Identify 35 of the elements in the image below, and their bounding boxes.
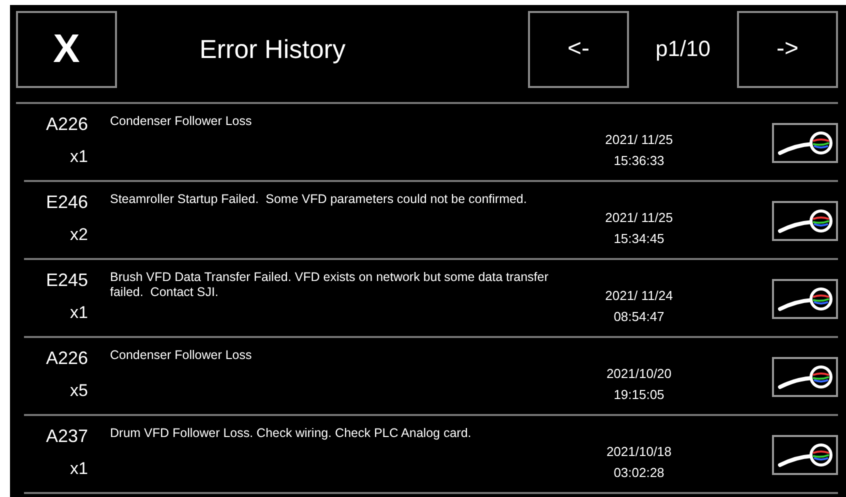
error-message: Condenser Follower Loss bbox=[110, 113, 253, 130]
occurrence-count: x1 bbox=[70, 147, 88, 167]
error-code: A226 bbox=[46, 114, 88, 135]
details-button[interactable] bbox=[772, 201, 838, 241]
error-message: Brush VFD Data Transfer Failed. VFD exists on network but some data transfer failed. Contact SJI. bbox=[110, 269, 550, 301]
error-date: 2021/10/20 bbox=[606, 366, 672, 381]
occurrence-count: x2 bbox=[70, 225, 88, 245]
error-time: 15:36:33 bbox=[614, 153, 664, 168]
error-date: 2021/10/18 bbox=[606, 444, 672, 459]
occurrence-count: x5 bbox=[70, 381, 88, 401]
error-date: 2021/ 11/25 bbox=[605, 132, 673, 147]
next-page-button[interactable]: -> bbox=[737, 10, 838, 88]
screen-title: Error History bbox=[198, 34, 346, 64]
error-time: 08:54:47 bbox=[614, 309, 664, 324]
close-button[interactable]: X bbox=[16, 10, 117, 88]
occurrence-count: x1 bbox=[70, 459, 88, 479]
details-button[interactable] bbox=[772, 123, 838, 163]
error-time: 03:02:28 bbox=[614, 465, 664, 480]
error-message: Condenser Follower Loss bbox=[110, 347, 253, 364]
error-message: Drum VFD Follower Loss. Check wiring. Check PLC Analog card. bbox=[110, 425, 472, 442]
previous-page-button[interactable]: <- bbox=[528, 10, 629, 88]
error-code: E245 bbox=[46, 270, 88, 291]
error-code: A237 bbox=[46, 426, 88, 447]
details-button[interactable] bbox=[772, 435, 838, 475]
details-button[interactable] bbox=[772, 279, 838, 319]
error-date: 2021/ 11/25 bbox=[605, 210, 673, 225]
error-time: 19:15:05 bbox=[614, 387, 664, 402]
error-time: 15:34:45 bbox=[614, 231, 664, 246]
error-code: E246 bbox=[46, 192, 88, 213]
error-date: 2021/ 11/24 bbox=[605, 288, 673, 303]
page-indicator: p1/10 bbox=[654, 36, 712, 62]
occurrence-count: x1 bbox=[70, 303, 88, 323]
error-code: A226 bbox=[46, 348, 88, 369]
error-message: Steamroller Startup Failed. Some VFD parameters could not be confirmed. bbox=[110, 191, 528, 208]
details-button[interactable] bbox=[772, 357, 838, 397]
